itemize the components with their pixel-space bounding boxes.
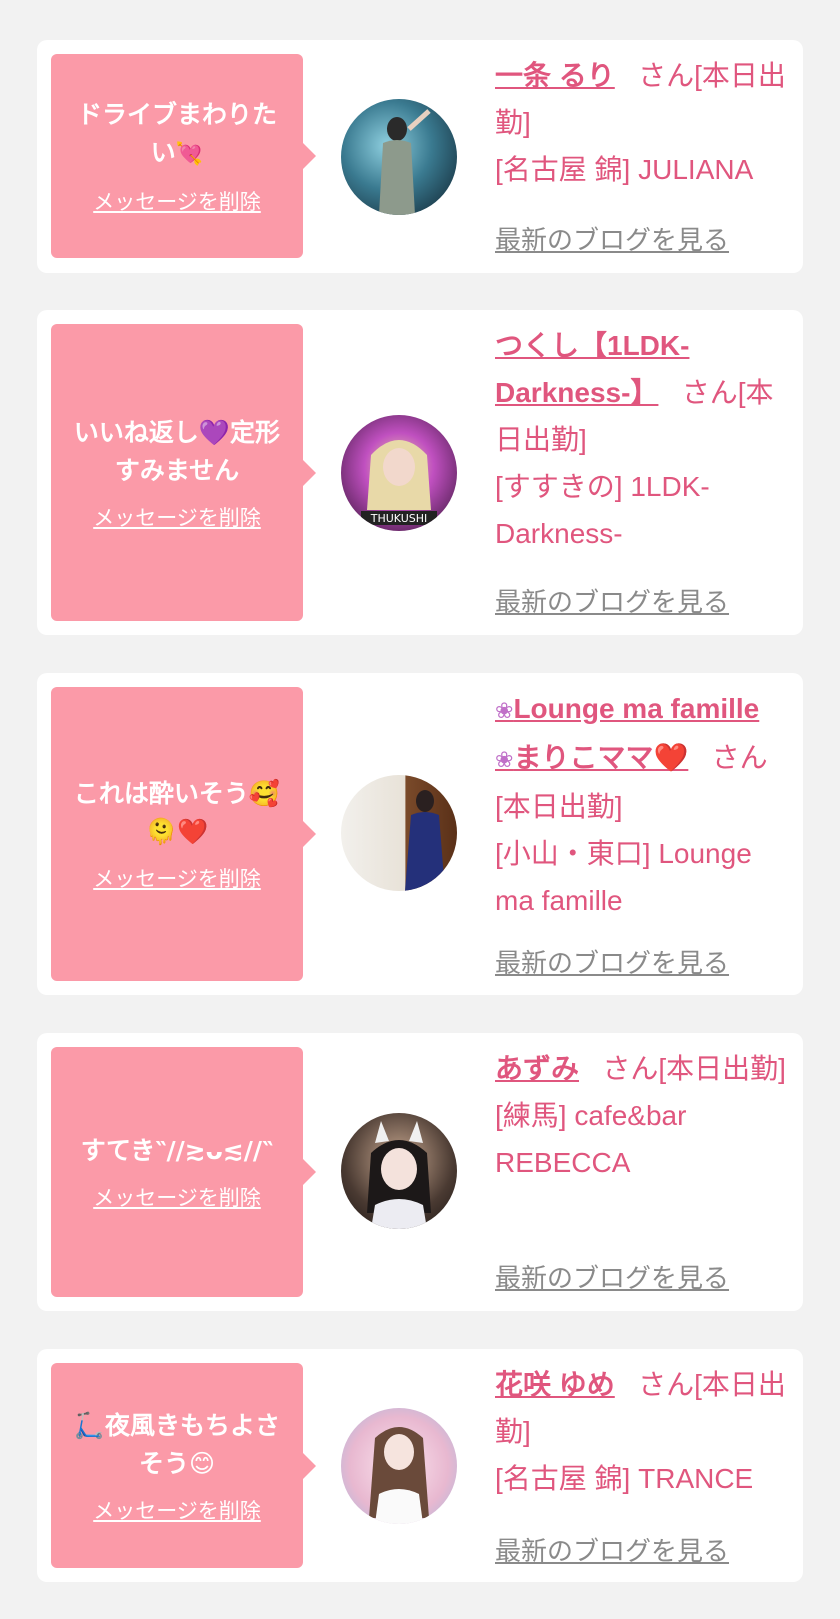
- shop-name: [練馬] cafe&bar REBECCA: [495, 1100, 687, 1178]
- shop-name: [名古屋 錦] TRANCE: [495, 1463, 754, 1494]
- shop-name: [すすきの] 1LDK-Darkness-: [495, 471, 710, 549]
- svg-text:THUKUSHI: THUKUSHI: [370, 512, 428, 525]
- avatar[interactable]: [341, 1113, 457, 1229]
- message-card: これは酔いそう🥰 🫠❤️ メッセージを削除 ❀Lounge ma famille…: [37, 673, 803, 995]
- delete-message-link[interactable]: メッセージを削除: [93, 863, 261, 893]
- avatar-image: [405, 790, 445, 891]
- message-line: 🫠❤️: [145, 817, 209, 846]
- latest-blog-link[interactable]: 最新のブログを見る: [495, 1260, 729, 1296]
- message-line: すみません: [114, 455, 240, 485]
- message-card: いいね返し💜定形 すみません メッセージを削除 THUKUSHI つくし【1LD…: [37, 310, 803, 635]
- message-card: ドライブまわりた い💘 メッセージを削除 一条 るり さん[本日出勤] [名古屋…: [37, 40, 803, 273]
- avatar[interactable]: [341, 1408, 457, 1524]
- message-bubble: 🛴夜風きもちよさ そう😊 メッセージを削除: [51, 1363, 316, 1568]
- cast-info: 一条 るり さん[本日出勤] [名古屋 錦] JULIANA 最新のブログを見る: [495, 52, 787, 255]
- delete-message-link[interactable]: メッセージを削除: [93, 186, 261, 216]
- avatar[interactable]: [341, 99, 457, 215]
- avatar[interactable]: [341, 775, 457, 891]
- cast-info: つくし【1LDK-Darkness-】 さん[本日出勤] [すすきの] 1LDK…: [495, 322, 787, 617]
- message-card: すてき‶//≳ᴗ≲//‶ メッセージを削除 あずみ さん[本日出勤] [練馬] …: [37, 1033, 803, 1311]
- hibiscus-icon: ❀: [495, 698, 514, 723]
- message-line: これは酔いそう🥰: [73, 779, 281, 808]
- latest-blog-link[interactable]: 最新のブログを見る: [495, 1533, 729, 1569]
- delete-message-link[interactable]: メッセージを削除: [93, 1495, 261, 1525]
- message-bubble: いいね返し💜定形 すみません メッセージを削除: [51, 324, 316, 621]
- latest-blog-link[interactable]: 最新のブログを見る: [495, 584, 729, 620]
- cast-name-link[interactable]: 花咲 ゆめ: [495, 1369, 615, 1400]
- avatar-image: [367, 1121, 431, 1229]
- message-bubble: ドライブまわりた い💘 メッセージを削除: [51, 54, 316, 258]
- message-line: ドライブまわりた: [76, 100, 277, 129]
- message-line: い: [150, 138, 176, 167]
- message-text: いいね返し💜定形 すみません: [74, 414, 280, 490]
- cast-info: ❀Lounge ma famille ❀まりこママ❤️ さん[本日出勤] [小山・…: [495, 685, 787, 978]
- avatar-image: THUKUSHI: [361, 440, 437, 525]
- cast-name-part: Lounge ma famille: [513, 693, 760, 724]
- avatar[interactable]: THUKUSHI: [341, 415, 457, 531]
- attendance-status: さん[本日出勤]: [602, 1053, 786, 1084]
- message-bubble: すてき‶//≳ᴗ≲//‶ メッセージを削除: [51, 1047, 316, 1297]
- shop-name: [小山・東口] Lounge ma famille: [495, 838, 752, 916]
- latest-blog-link[interactable]: 最新のブログを見る: [495, 222, 729, 258]
- shop-name: [名古屋 錦] JULIANA: [495, 154, 754, 185]
- message-card: 🛴夜風きもちよさ そう😊 メッセージを削除 花咲 ゆめ さん[本日出勤] [名古…: [37, 1349, 803, 1582]
- cast-name-part: まりこママ❤️: [513, 742, 689, 773]
- message-bubble: これは酔いそう🥰 🫠❤️ メッセージを削除: [51, 687, 316, 981]
- message-text: これは酔いそう🥰 🫠❤️: [74, 775, 280, 851]
- message-text: すてき‶//≳ᴗ≲//‶: [81, 1132, 273, 1170]
- message-line: 🛴夜風きもちよさ: [73, 1410, 281, 1440]
- avatar-image: [379, 109, 431, 215]
- delete-message-link[interactable]: メッセージを削除: [93, 502, 261, 532]
- message-text: 🛴夜風きもちよさ そう😊: [74, 1407, 280, 1483]
- cast-name-link[interactable]: あずみ: [495, 1053, 579, 1084]
- hibiscus-icon: ❀: [495, 747, 514, 772]
- message-line: そう😊: [138, 1448, 216, 1478]
- message-text: ドライブまわりた い💘: [77, 96, 277, 174]
- avatar-image: [369, 1427, 429, 1524]
- cast-info: あずみ さん[本日出勤] [練馬] cafe&bar REBECCA 最新のブロ…: [495, 1045, 787, 1293]
- message-line: すてき‶//≳ᴗ≲//‶: [80, 1136, 274, 1165]
- cast-name-link[interactable]: つくし【1LDK-Darkness-】: [495, 330, 689, 408]
- cast-info: 花咲 ゆめ さん[本日出勤] [名古屋 錦] TRANCE 最新のブログを見る: [495, 1361, 787, 1566]
- message-line: いいね返し💜定形: [73, 417, 281, 447]
- cast-name-link[interactable]: 一条 るり: [495, 60, 615, 91]
- latest-blog-link[interactable]: 最新のブログを見る: [495, 945, 729, 981]
- heart-emoji: 💘: [175, 142, 204, 167]
- delete-message-link[interactable]: メッセージを削除: [93, 1182, 261, 1212]
